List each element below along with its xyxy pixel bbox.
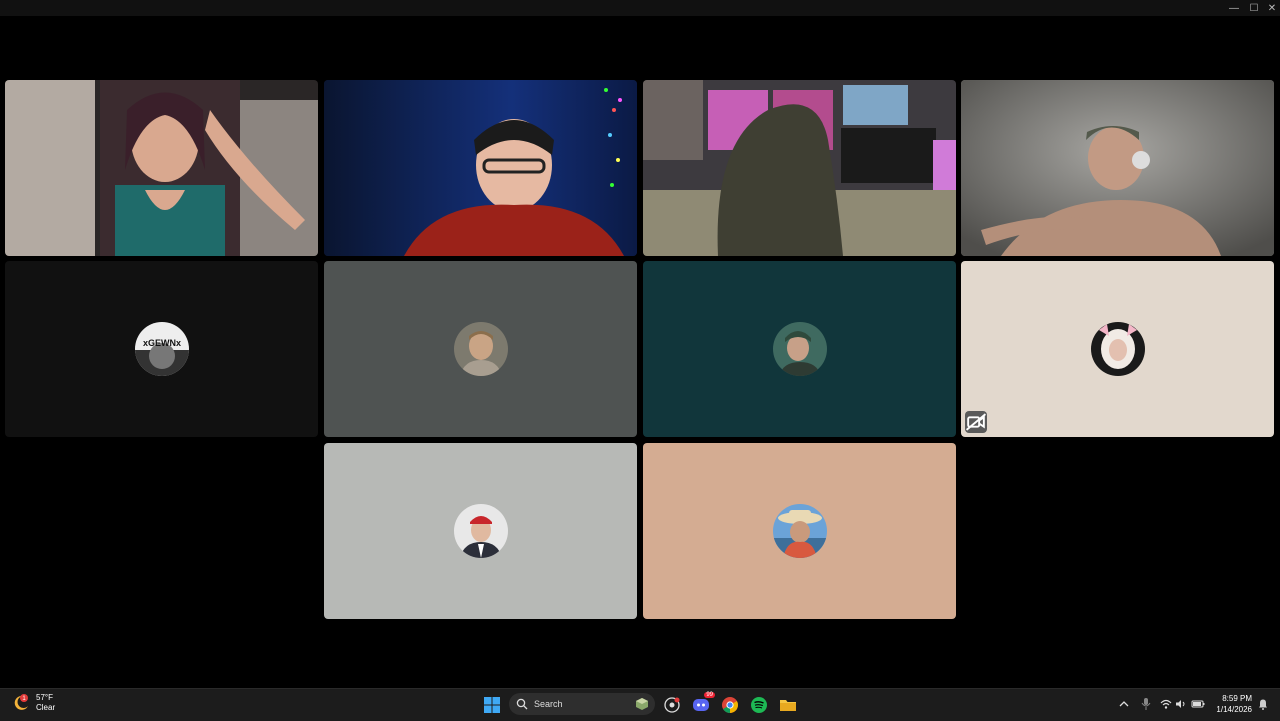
video-feed (324, 80, 637, 256)
spotify-icon[interactable] (749, 695, 769, 715)
participant-avatar-tile-3[interactable] (643, 261, 956, 437)
game-icon[interactable] (662, 695, 682, 715)
participant-video-1[interactable] (5, 80, 318, 256)
avatar: xGEWNx (135, 322, 189, 376)
avatar-text: xGEWNx (143, 338, 181, 348)
video-feed (5, 80, 318, 256)
participant-video-4[interactable] (961, 80, 1274, 256)
clock-time: 8:59 PM (1222, 694, 1252, 703)
participant-avatar-tile-6[interactable] (643, 443, 956, 619)
avatar (773, 322, 827, 376)
video-feed (961, 80, 1274, 256)
discord-badge: 99 (704, 692, 715, 698)
avatar (454, 504, 508, 558)
close-icon[interactable]: ✕ (1262, 0, 1280, 16)
participant-avatar-tile-5[interactable] (324, 443, 637, 619)
participant-avatar-tile-2[interactable] (324, 261, 637, 437)
clock-date: 1/14/2026 (1216, 705, 1252, 714)
weather-condition: Clear (36, 703, 56, 712)
minimize-icon[interactable]: — (1224, 0, 1244, 16)
camera-off-icon (965, 411, 987, 433)
maximize-icon[interactable]: ☐ (1244, 0, 1264, 16)
moon-cloud-icon: 1 (14, 694, 28, 710)
volume-icon[interactable] (1174, 697, 1188, 711)
chevron-up-icon[interactable] (1117, 697, 1131, 711)
participant-video-3[interactable] (643, 80, 956, 256)
call-grid: xGEWNx (0, 16, 1280, 688)
chrome-icon[interactable] (720, 695, 740, 715)
taskbar: 1 57°F Clear Search 99 8:59 PM 1/14/2026 (0, 688, 1280, 721)
battery-icon[interactable] (1191, 697, 1205, 711)
participant-video-2[interactable] (324, 80, 637, 256)
microphone-icon[interactable] (1139, 697, 1153, 711)
notification-bell-icon[interactable] (1256, 697, 1270, 711)
avatar (1091, 322, 1145, 376)
participant-avatar-tile-1[interactable]: xGEWNx (5, 261, 318, 437)
wifi-icon[interactable] (1159, 697, 1173, 711)
file-explorer-icon[interactable] (778, 695, 798, 715)
weather-widget[interactable]: 1 57°F Clear (12, 693, 55, 713)
avatar (773, 504, 827, 558)
discord-icon[interactable]: 99 (691, 692, 715, 715)
windows-start-icon[interactable] (482, 695, 502, 715)
widgets-icon (636, 698, 648, 710)
avatar (454, 322, 508, 376)
participant-avatar-tile-4[interactable] (961, 261, 1274, 437)
window-titlebar: — ☐ ✕ (0, 0, 1280, 16)
video-feed (643, 80, 956, 256)
taskbar-clock[interactable]: 8:59 PM 1/14/2026 (1216, 693, 1252, 715)
search-icon (516, 698, 528, 710)
weather-temp: 57°F (36, 693, 53, 702)
search-label: Search (534, 699, 563, 709)
taskbar-search-box[interactable]: Search (509, 693, 655, 715)
